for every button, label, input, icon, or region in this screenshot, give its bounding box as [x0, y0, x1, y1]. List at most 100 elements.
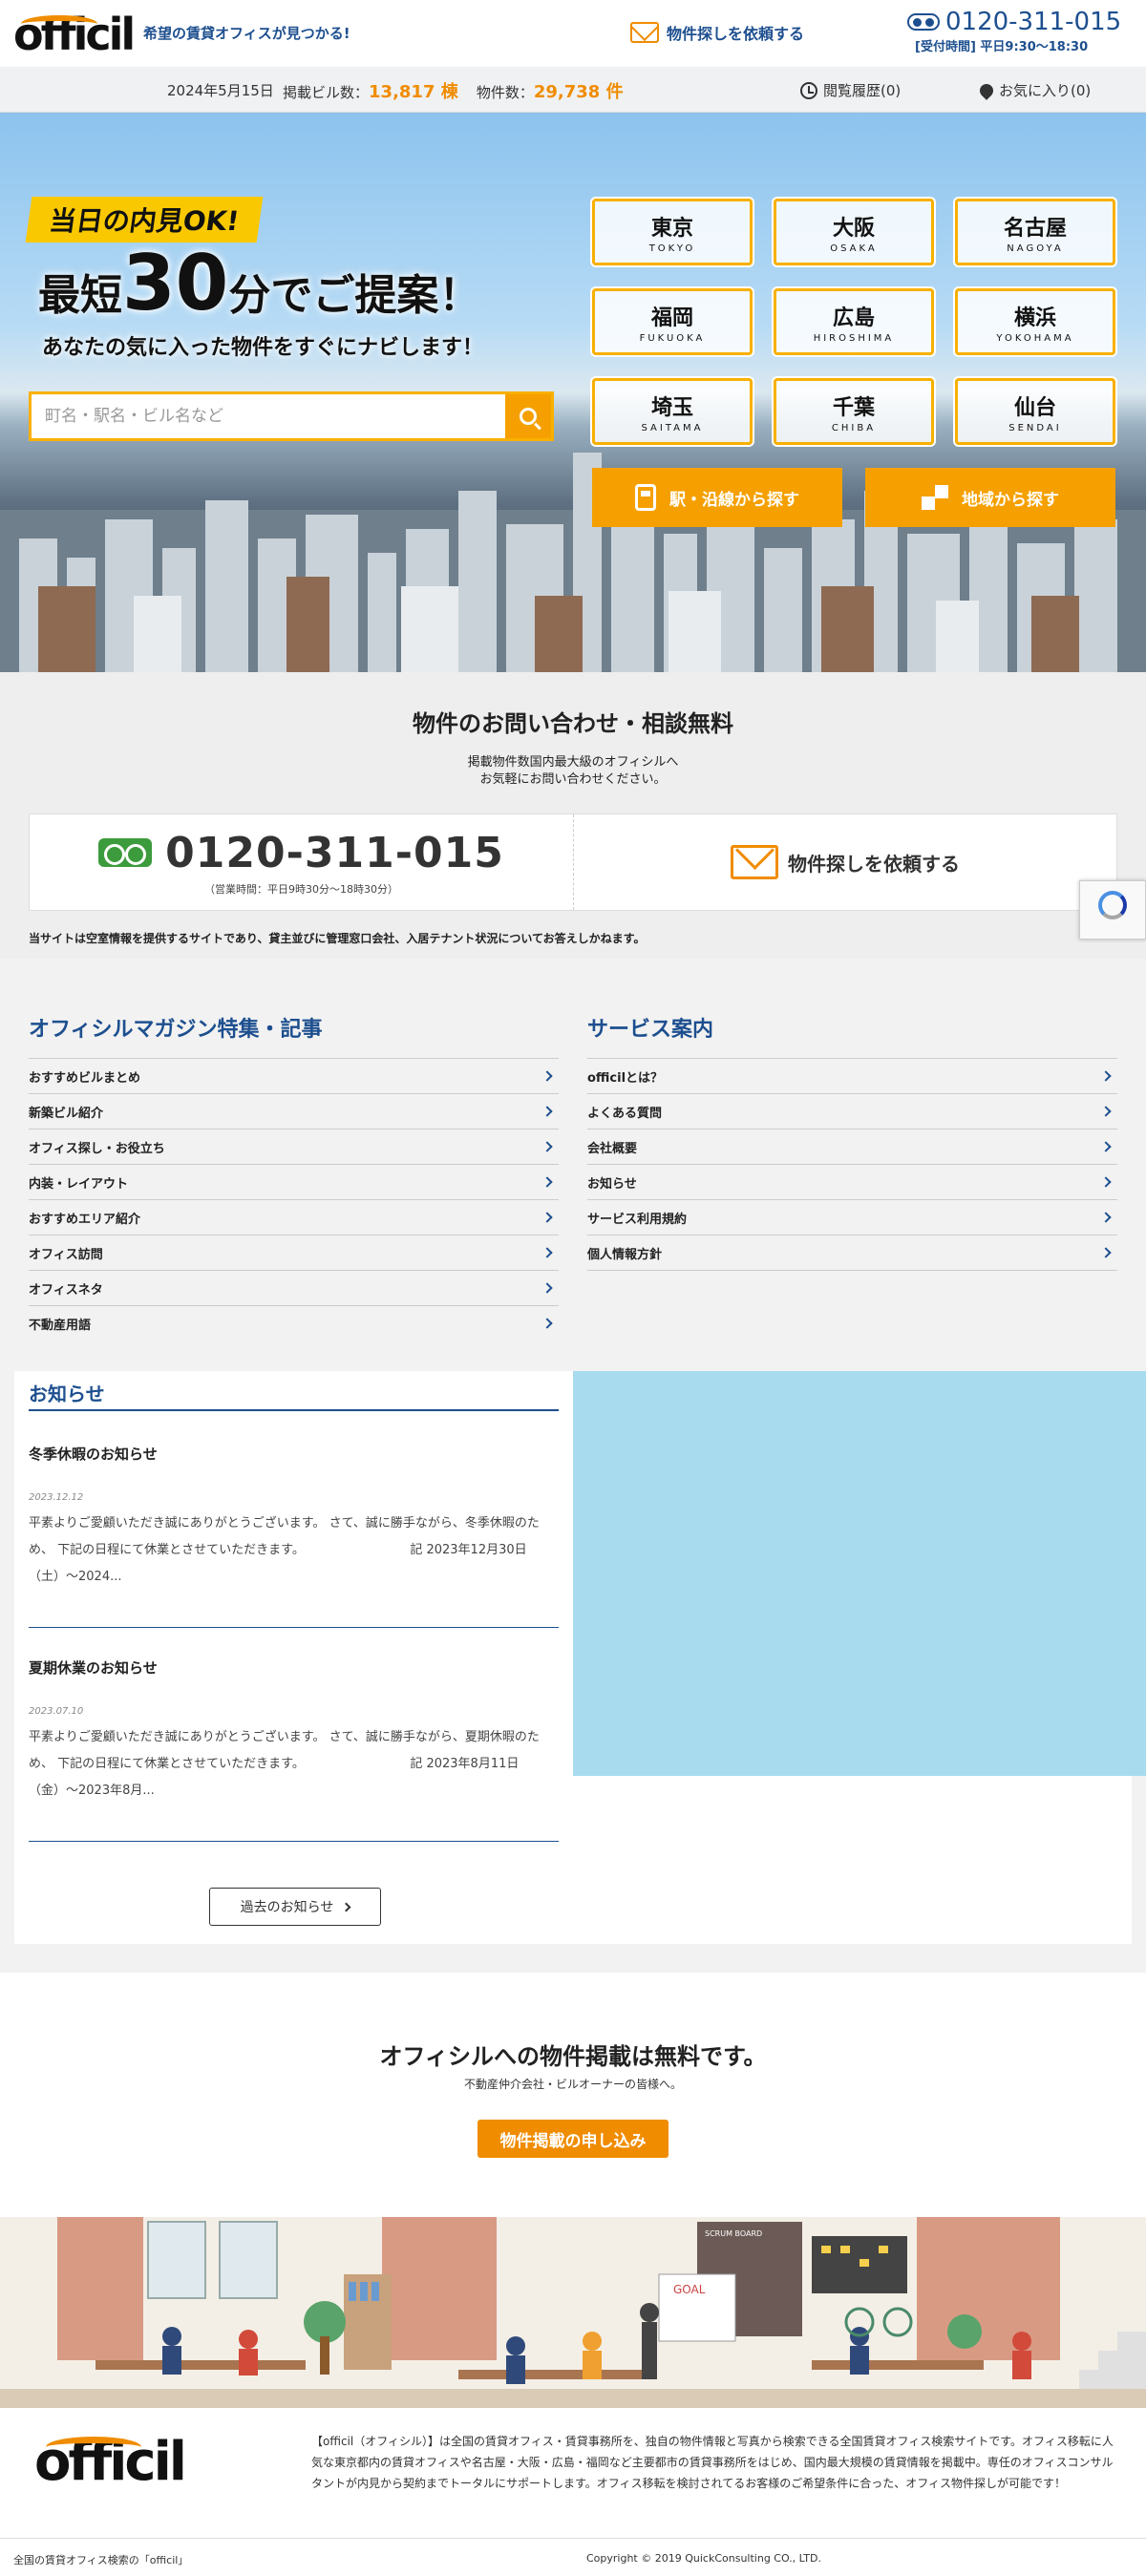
- magazine-link[interactable]: 内装・レイアウト: [29, 1165, 559, 1200]
- link-label: オフィスネタ: [29, 1282, 103, 1298]
- link-label: オフィス探し・お役立ち: [29, 1141, 165, 1156]
- contact-request-button[interactable]: 物件探しを依頼する: [574, 814, 1116, 910]
- train-icon: [635, 484, 656, 511]
- favorites-link[interactable]: お気に入り(0): [977, 80, 1091, 100]
- news-card: お知らせ 冬季休暇のお知らせ 2023.12.12 平素よりご愛顧いただき誠にあ…: [14, 1371, 1146, 1944]
- news-section: お知らせ 冬季休暇のお知らせ 2023.12.12 平素よりご愛顧いただき誠にあ…: [0, 1337, 1146, 1973]
- link-label: 不動産用語: [29, 1318, 92, 1333]
- link-label: サービス利用規約: [587, 1212, 688, 1227]
- properties-label: 物件数：: [476, 84, 534, 101]
- past-news-label: 過去のお知らせ: [240, 1900, 334, 1915]
- link-label: 個人情報方針: [587, 1247, 663, 1262]
- past-news-button[interactable]: 過去のお知らせ: [209, 1888, 381, 1926]
- station-search-label: 駅・沿線から探す: [669, 490, 799, 510]
- news-item[interactable]: 冬季休暇のお知らせ 2023.12.12 平素よりご愛顧いただき誠にありがとうご…: [29, 1444, 559, 1591]
- search-button[interactable]: [505, 394, 551, 438]
- news-item-body: 平素よりご愛顧いただき誠にありがとうございます。 さて、誠に勝手ながら、夏期休暇…: [29, 1730, 540, 1798]
- logo-arc: [21, 15, 97, 32]
- city-button-fukuoka[interactable]: 福岡 FUKUOKA: [592, 288, 753, 355]
- freedial-icon: [907, 13, 940, 31]
- chevron-right-icon: [541, 1282, 553, 1294]
- disclaimer-note: 当サイトは空室情報を提供するサイトであり、貸主並びに管理窓口会社、入居テナント状…: [29, 932, 646, 945]
- hero-headline: 最短30分でご提案！: [38, 239, 480, 327]
- news-title-underline: [29, 1409, 559, 1411]
- headline-pre: 最短: [38, 271, 122, 320]
- magazine-link[interactable]: 新築ビル紹介: [29, 1094, 559, 1130]
- contact-lead: 掲載物件数国内最大級のオフィシルへ お気軽にお問い合わせください。: [0, 754, 1146, 789]
- city-grid: 東京 TOKYO 大阪 OSAKA 名古屋 NAGOYA 福岡 FUKUOKA 広島 HI…: [592, 199, 1115, 445]
- service-link[interactable]: サービス利用規約: [587, 1200, 1117, 1235]
- site-logo[interactable]: officil: [13, 10, 136, 59]
- keyword-search: [29, 391, 554, 441]
- news-divider: [29, 1841, 559, 1842]
- recaptcha-badge[interactable]: [1079, 880, 1146, 940]
- city-roman: OSAKA: [830, 243, 878, 254]
- news-item[interactable]: 夏期休業のお知らせ 2023.07.10 平素よりご愛顧いただき誠にありがとうご…: [29, 1658, 559, 1805]
- site-tagline: 希望の賃貸オフィスが見つかる!: [143, 25, 350, 42]
- header-phone-hours: [受付時間] 平日9:30〜18:30: [915, 40, 1089, 54]
- info-counts: 掲載ビル数：13,817 棟 物件数：29,738 件: [283, 78, 624, 103]
- service-link[interactable]: officilとは？: [587, 1059, 1117, 1094]
- history-link[interactable]: 閲覧履歴(0): [800, 80, 901, 100]
- news-title: お知らせ: [29, 1383, 105, 1405]
- buildings-count: 13,817 棟: [369, 82, 458, 102]
- city-button-chiba[interactable]: 千葉 CHIBA: [774, 378, 934, 445]
- listing-apply-button[interactable]: 物件掲載の申し込み: [478, 2120, 668, 2158]
- city-name: 埼玉: [650, 395, 693, 420]
- footer-logo[interactable]: officil: [34, 2429, 187, 2496]
- city-button-saitama[interactable]: 埼玉 SAITAMA: [592, 378, 753, 445]
- city-button-yokohama[interactable]: 横浜 YOKOHAMA: [955, 288, 1115, 355]
- header-request-label: 物件探しを依頼する: [667, 25, 805, 43]
- city-roman: HIROSHIMA: [813, 332, 895, 344]
- history-label: 閲覧履歴(0): [823, 82, 902, 99]
- magazine-link[interactable]: オフィス訪問: [29, 1235, 559, 1271]
- magazine-link[interactable]: おすすめビルまとめ: [29, 1059, 559, 1094]
- chevron-right-icon: [1100, 1247, 1112, 1258]
- city-name: 福岡: [650, 306, 693, 330]
- city-roman: NAGOYA: [1007, 243, 1064, 254]
- map-icon: [922, 485, 948, 510]
- header-request-link[interactable]: 物件探しを依頼する: [630, 21, 804, 44]
- service-link[interactable]: 会社概要: [587, 1130, 1117, 1165]
- city-button-hiroshima[interactable]: 広島 HIROSHIMA: [774, 288, 934, 355]
- link-label: 会社概要: [587, 1141, 638, 1156]
- city-button-osaka[interactable]: 大阪 OSAKA: [774, 199, 934, 265]
- city-name: 横浜: [1013, 306, 1056, 330]
- mail-icon: [630, 22, 659, 43]
- recaptcha-text: [1112, 923, 1114, 929]
- service-link[interactable]: お知らせ: [587, 1165, 1117, 1200]
- city-roman: SAITAMA: [641, 422, 704, 433]
- hero-section: 当日の内見OK! 最短30分でご提案！ あなたの気に入った物件をすぐにナビします…: [0, 113, 1146, 672]
- office-illustration-image: SCRUM BOARD GOAL: [0, 2217, 1146, 2408]
- city-name: 千葉: [832, 395, 875, 420]
- service-link[interactable]: よくある質問: [587, 1094, 1117, 1130]
- service-title: サービス案内: [587, 1018, 714, 1042]
- search-icon: [520, 408, 537, 425]
- station-search-button[interactable]: 駅・沿線から探す: [592, 468, 842, 527]
- city-button-sendai[interactable]: 仙台 SENDAI: [955, 378, 1115, 445]
- contact-lead-line-1: 掲載物件数国内最大級のオフィシルへ: [467, 755, 679, 770]
- header-phone[interactable]: 0120-311-015 [受付時間] 平日9:30〜18:30: [907, 8, 1121, 54]
- keyword-search-input[interactable]: [32, 394, 505, 438]
- news-item-body: 平素よりご愛顧いただき誠にありがとうございます。 さて、誠に勝手ながら、冬季休暇…: [29, 1516, 540, 1584]
- magazine-link[interactable]: おすすめエリア紹介: [29, 1200, 559, 1235]
- chevron-right-icon: [1100, 1176, 1112, 1188]
- hero-subheadline: あなたの気に入った物件をすぐにナビします！: [42, 336, 484, 360]
- magazine-link[interactable]: オフィスネタ: [29, 1271, 559, 1306]
- chevron-right-icon: [1100, 1106, 1112, 1117]
- listing-title: オフィシルへの物件掲載は無料です。: [379, 2043, 767, 2070]
- city-button-tokyo[interactable]: 東京 TOKYO: [592, 199, 753, 265]
- contact-phone[interactable]: 0120-311-015 （営業時間：平日9時30分〜18時30分）: [30, 814, 574, 910]
- same-day-viewing-badge: 当日の内見OK!: [25, 197, 264, 243]
- news-item-date: 2023.07.10: [29, 1706, 84, 1717]
- scrum-board-label: SCRUM BOARD: [705, 2229, 762, 2238]
- chevron-right-icon: [541, 1106, 553, 1117]
- properties-count: 29,738 件: [533, 82, 624, 102]
- magazine-link[interactable]: オフィス探し・お役立ち: [29, 1130, 559, 1165]
- news-side-banner[interactable]: [573, 1371, 1146, 1776]
- area-search-button[interactable]: 地域から探す: [865, 468, 1115, 527]
- city-button-nagoya[interactable]: 名古屋 NAGOYA: [955, 199, 1115, 265]
- link-label: よくある質問: [587, 1106, 663, 1121]
- service-link[interactable]: 個人情報方針: [587, 1235, 1117, 1271]
- news-item-date: 2023.12.12: [29, 1492, 84, 1503]
